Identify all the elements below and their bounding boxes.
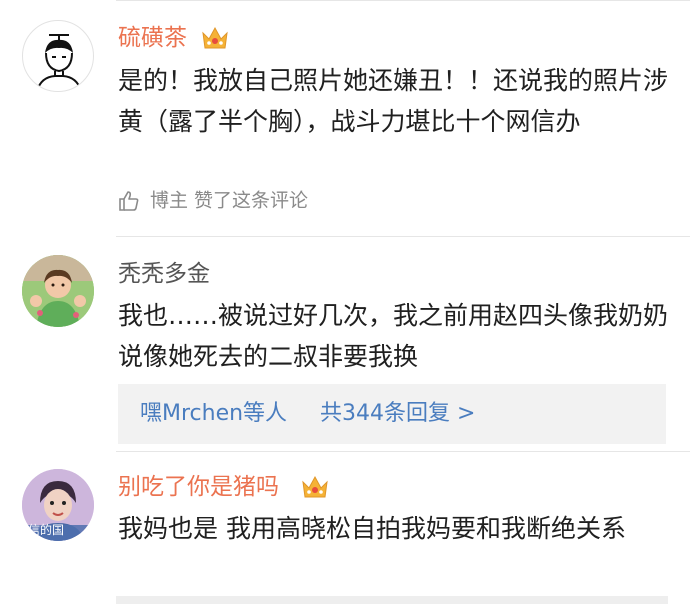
- top-separator: [116, 0, 690, 1]
- avatar[interactable]: [22, 255, 94, 327]
- reply-users-link[interactable]: 嘿Mrchen等人: [140, 398, 287, 430]
- thumbs-up-icon: [119, 190, 139, 211]
- reply-count-link[interactable]: 共344条回复 >: [320, 398, 475, 430]
- child-photo-avatar-icon: [22, 255, 94, 327]
- comment-text: 是的！我放自己照片她还嫌丑！！还说我的照片涉黄（露了半个胸），战斗力堪比十个网信…: [118, 66, 669, 136]
- avatar-caption: 信的国: [28, 523, 65, 537]
- username[interactable]: 硫磺茶: [118, 23, 187, 53]
- author-liked-indicator: 博主 赞了这条评论: [118, 184, 308, 216]
- avatar[interactable]: [22, 20, 94, 92]
- avatar[interactable]: 信的国: [22, 469, 94, 541]
- username[interactable]: 别吃了你是猪吗: [118, 472, 279, 502]
- replies-preview[interactable]: 嘿Mrchen等人 共344条回复 >: [118, 384, 666, 444]
- username[interactable]: 秃秃多金: [118, 259, 210, 289]
- comment-separator: [116, 236, 690, 237]
- liked-label: 博主 赞了这条评论: [150, 189, 309, 212]
- vip-crown-icon: [302, 475, 328, 498]
- bottom-strip: [116, 596, 668, 604]
- line-art-person-avatar-icon: [36, 34, 82, 91]
- comment-text: 我妈也是 我用高晓松自拍我妈要和我断绝关系: [118, 514, 626, 543]
- vip-crown-icon: [202, 26, 228, 49]
- comment-separator: [116, 451, 690, 452]
- comment-text: 我也……被说过好几次，我之前用赵四头像我奶奶说像她死去的二叔非要我换: [118, 301, 669, 371]
